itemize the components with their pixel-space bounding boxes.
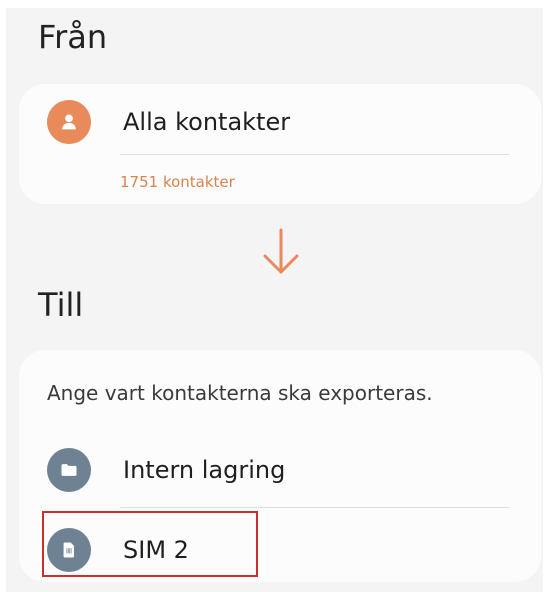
- source-card[interactable]: Alla kontakter 1751 kontakter: [19, 84, 541, 204]
- source-row[interactable]: Alla kontakter: [47, 100, 290, 144]
- options-divider: [120, 507, 509, 508]
- destination-description: Ange vart kontakterna ska exporteras.: [47, 381, 433, 405]
- source-divider: [120, 154, 509, 155]
- selected-option-highlight: [42, 511, 258, 577]
- person-icon: [47, 100, 91, 144]
- internal-storage-label: Intern lagring: [123, 456, 286, 484]
- source-label: Alla kontakter: [123, 108, 291, 136]
- to-section-title: Till: [38, 286, 84, 324]
- folder-icon: [47, 448, 91, 492]
- contact-count: 1751 kontakter: [120, 173, 235, 191]
- from-section-title: Från: [38, 18, 108, 56]
- option-internal-storage[interactable]: Intern lagring: [47, 448, 285, 492]
- down-arrow-icon: [260, 228, 302, 276]
- export-contacts-screen: Från Alla kontakter 1751 kontakter Till …: [0, 0, 549, 592]
